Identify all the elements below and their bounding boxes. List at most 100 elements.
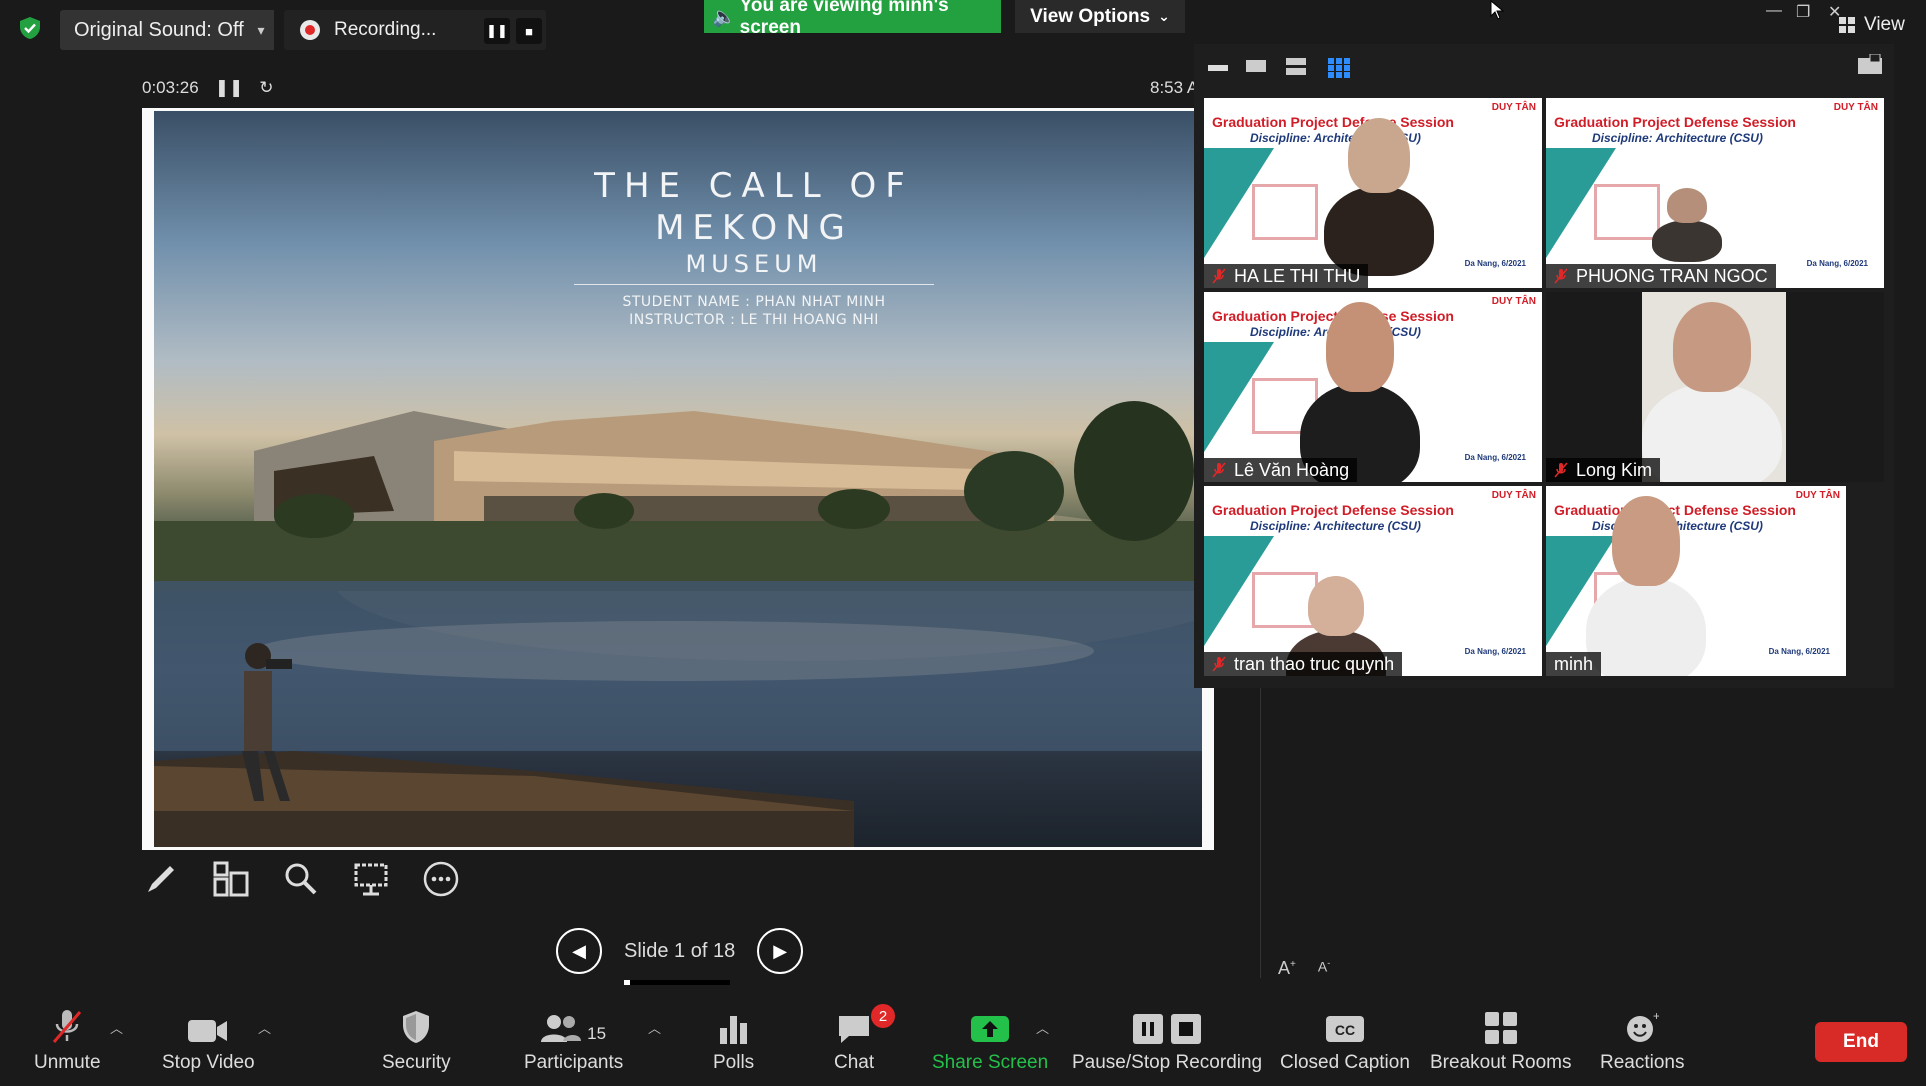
security-shield-icon xyxy=(401,1008,431,1044)
background-logo: DUY TÂN xyxy=(1491,490,1536,501)
elapsed-time: 0:03:26 xyxy=(142,78,199,97)
participant-tile[interactable]: Graduation Project Defense SessionDiscip… xyxy=(1204,486,1542,676)
original-sound-button[interactable]: Original Sound: Off xyxy=(60,10,258,50)
background-logo: DUY TÂN xyxy=(1491,296,1536,307)
participant-tile[interactable]: Graduation Project Defense SessionDiscip… xyxy=(1204,98,1542,288)
participant-tile[interactable]: Long Kim xyxy=(1546,292,1884,482)
slide-title-line3: MUSEUM xyxy=(685,250,823,278)
slide-sorter-button[interactable] xyxy=(212,860,250,898)
participant-name: PHUONG TRAN NGOC xyxy=(1576,265,1768,286)
chevron-down-icon: ▾ xyxy=(257,21,265,38)
increase-font-button[interactable]: A+ xyxy=(1278,958,1296,979)
share-screen-label: Share Screen xyxy=(932,1052,1049,1073)
zoom-slide-button[interactable] xyxy=(282,860,320,898)
slide-sorter-icon xyxy=(213,861,249,897)
pause-icon: ❚❚ xyxy=(486,23,508,38)
background-title: Graduation Project Defense Session xyxy=(1212,114,1454,130)
gallery-layout-button[interactable] xyxy=(1328,58,1350,83)
participant-tile[interactable]: Graduation Project Defense SessionDiscip… xyxy=(1546,98,1884,288)
more-icon xyxy=(423,861,459,897)
reactions-label: Reactions xyxy=(1600,1052,1685,1073)
speaker-icon: 🔈 xyxy=(712,6,736,28)
more-options-button[interactable] xyxy=(422,860,460,898)
view-options-label: View Options xyxy=(1030,5,1151,27)
pen-tool-button[interactable] xyxy=(142,860,180,898)
original-sound-dropdown[interactable]: ▾ xyxy=(248,10,274,50)
stop-recording-button[interactable]: ■ xyxy=(516,18,542,44)
closed-caption-label: Closed Caption xyxy=(1280,1052,1410,1073)
pause-stop-recording-button[interactable]: Pause/Stop Recording xyxy=(1072,1008,1262,1074)
reset-timer-icon[interactable]: ↻ xyxy=(259,78,273,98)
restore-window-button[interactable]: ❐ xyxy=(1796,2,1810,22)
muted-mic-icon xyxy=(1212,268,1226,284)
breakout-rooms-button[interactable]: Breakout Rooms xyxy=(1430,1008,1572,1074)
security-shield-icon xyxy=(20,17,40,39)
panel-divider xyxy=(1260,688,1261,978)
participants-label: Participants xyxy=(524,1052,624,1073)
background-date: Da Nang, 6/2021 xyxy=(1806,259,1868,268)
closed-caption-icon: CC xyxy=(1325,1008,1364,1044)
decrease-font-button[interactable]: A- xyxy=(1318,958,1330,979)
share-screen-button[interactable]: Share Screen xyxy=(932,1008,1048,1074)
participants-options-caret[interactable]: ︿ xyxy=(648,1018,661,1037)
view-button[interactable]: View xyxy=(1838,14,1905,36)
background-title: Graduation Project Defense Session xyxy=(1554,502,1796,518)
chat-unread-badge: 2 xyxy=(871,1004,896,1028)
background-logo: DUY TÂN xyxy=(1795,490,1840,501)
slide-title-block: THE CALL OF MEKONG MUSEUM STUDENT NAME :… xyxy=(574,166,934,329)
polls-button[interactable]: Polls xyxy=(713,1008,754,1074)
reaction-smiley-icon: + xyxy=(1625,1008,1659,1044)
unmute-button[interactable]: Unmute xyxy=(34,1008,101,1074)
original-sound-label: Original Sound: Off xyxy=(74,18,244,41)
stop-video-label: Stop Video xyxy=(162,1052,255,1073)
reactions-button[interactable]: + Reactions xyxy=(1600,1008,1685,1074)
background-date: Da Nang, 6/2021 xyxy=(1464,453,1526,462)
end-meeting-button[interactable]: End xyxy=(1815,1022,1907,1062)
meeting-toolbar: Unmute ︿ Stop Video ︿ Security 15 Partic… xyxy=(0,1000,1926,1086)
stop-video-button[interactable]: Stop Video xyxy=(162,1008,255,1074)
video-options-caret[interactable]: ︿ xyxy=(258,1018,271,1037)
chat-bubble-icon: 2 xyxy=(837,1004,896,1044)
presenter-view-button[interactable] xyxy=(352,860,390,898)
magnifier-icon xyxy=(285,863,317,895)
background-logo: DUY TÂN xyxy=(1491,102,1536,113)
closed-caption-button[interactable]: CC Closed Caption xyxy=(1280,1008,1410,1074)
minimize-window-button[interactable]: — xyxy=(1766,2,1782,20)
pop-out-button[interactable] xyxy=(1858,53,1882,79)
participant-name: tran thao truc quynh xyxy=(1234,653,1395,674)
background-logo: DUY TÂN xyxy=(1833,102,1878,113)
unmute-label: Unmute xyxy=(34,1052,101,1073)
view-options-button[interactable]: View Options ⌄ xyxy=(1015,0,1185,33)
share-options-caret[interactable]: ︿ xyxy=(1036,1018,1049,1037)
svg-text:+: + xyxy=(1653,1010,1659,1023)
recording-dot-icon xyxy=(300,20,320,40)
speaker-layout-button[interactable] xyxy=(1246,58,1266,77)
participant-tile[interactable]: Graduation Project Defense SessionDiscip… xyxy=(1204,292,1542,482)
pause-timer-icon[interactable]: ❚❚ xyxy=(215,78,244,98)
audio-options-caret[interactable]: ︿ xyxy=(110,1018,123,1037)
viewing-screen-banner: 🔈 You are viewing minh's screen xyxy=(704,0,1001,38)
gallery-grid-icon xyxy=(1328,58,1350,78)
participant-video xyxy=(1652,219,1722,262)
participant-name-tag: Long Kim xyxy=(1546,458,1661,482)
participant-video xyxy=(1586,577,1706,676)
pop-out-icon xyxy=(1858,53,1882,74)
participant-name-tag: HA LE THI THU xyxy=(1204,264,1369,288)
background-discipline: Discipline: Architecture (CSU) xyxy=(1250,519,1421,533)
participant-name: HA LE THI THU xyxy=(1234,265,1361,286)
presenter-screen-icon xyxy=(354,863,388,896)
participant-tile[interactable]: Graduation Project Defense SessionDiscip… xyxy=(1546,486,1846,676)
participant-name: Lê Văn Hoàng xyxy=(1234,459,1350,480)
security-button[interactable]: Security xyxy=(382,1008,451,1074)
pause-recording-button[interactable]: ❚❚ xyxy=(484,18,510,44)
strip-layout-button[interactable] xyxy=(1286,58,1306,81)
background-logo-stamp xyxy=(1252,184,1318,240)
minimize-video-button[interactable]: ▬ xyxy=(1208,54,1228,77)
slide-title-line1: THE CALL OF xyxy=(594,166,914,206)
background-date: Da Nang, 6/2021 xyxy=(1464,259,1526,268)
previous-slide-button[interactable]: ◀ xyxy=(556,928,602,974)
participant-face xyxy=(1326,302,1394,392)
chat-button[interactable]: 2 Chat xyxy=(834,1004,896,1074)
next-slide-button[interactable]: ▶ xyxy=(757,928,804,974)
participants-button[interactable]: 15 Participants xyxy=(524,1008,623,1074)
